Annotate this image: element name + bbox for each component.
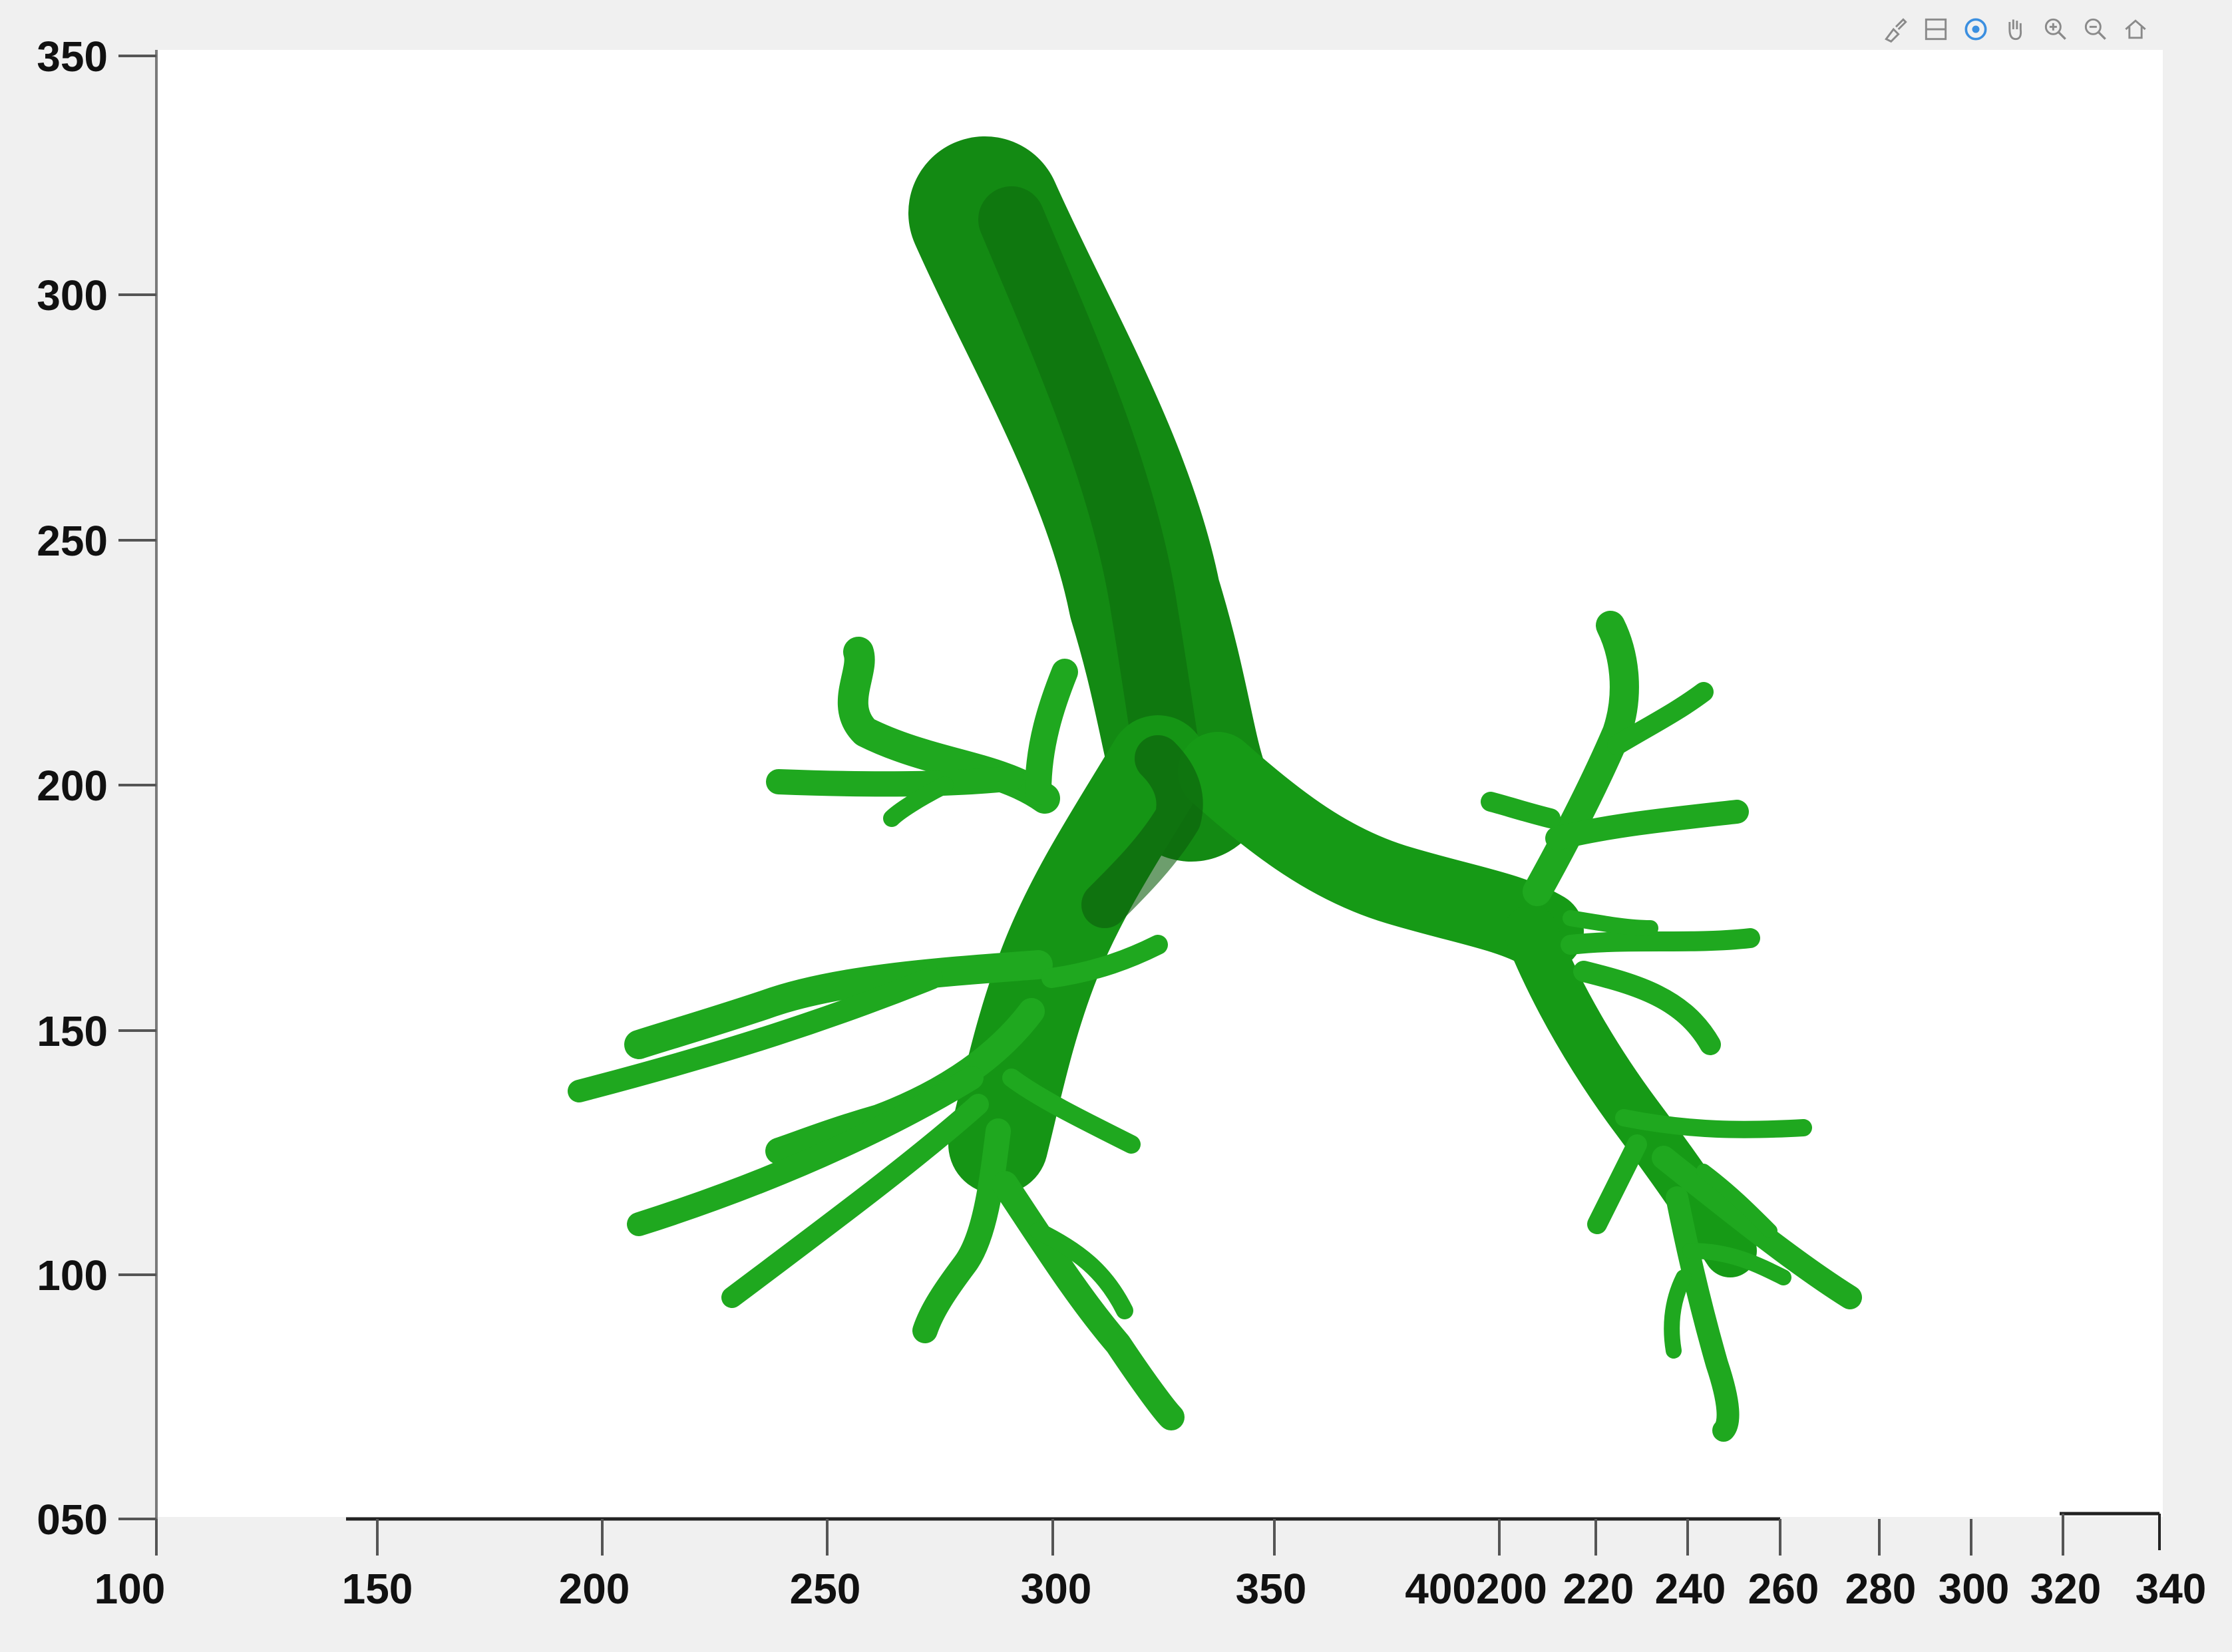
axes-overlay: 350 300 250 200 150 100 050 100 150 200 … — [37, 33, 2207, 1613]
x-tick-label: 220 — [1563, 1565, 1634, 1613]
x-tick-label: 280 — [1845, 1565, 1917, 1613]
x-tick-label: 100 — [94, 1565, 166, 1613]
branch — [1025, 659, 1078, 805]
branch — [1615, 1109, 1812, 1138]
branch — [1664, 1269, 1692, 1359]
figure-window: 350 300 250 200 150 100 050 100 150 200 … — [0, 0, 2232, 1652]
x-tick-label: 260 — [1748, 1565, 1819, 1613]
x-tick-label: 350 — [1236, 1565, 1307, 1613]
branch — [766, 766, 1024, 797]
branch — [992, 1171, 1185, 1430]
y-tick-label: 050 — [37, 1496, 108, 1544]
x-tick-label: 200 — [559, 1565, 630, 1613]
y-tick-label: 300 — [37, 271, 108, 319]
branch — [1563, 910, 1658, 936]
y-tick-label: 150 — [37, 1007, 108, 1055]
y-ticks: 350 300 250 200 150 100 050 — [37, 33, 156, 1544]
branch — [1561, 928, 1760, 955]
branch — [1481, 792, 1561, 828]
x-tick-labels: 100 150 200 250 300 350 400200 220 240 2… — [94, 1565, 2207, 1613]
branch — [1523, 611, 1639, 906]
x-tick-label: 240 — [1655, 1565, 1726, 1613]
airway-tree — [568, 136, 1862, 1442]
x-tick-label: 250 — [790, 1565, 861, 1613]
y-tick-label: 200 — [37, 762, 108, 810]
y-tick-label: 100 — [37, 1251, 108, 1299]
branch — [1587, 1134, 1647, 1234]
x-tick-label: 300 — [1939, 1565, 2010, 1613]
x-tick-label: 400200 — [1405, 1565, 1547, 1613]
x-tick-label: 150 — [342, 1565, 413, 1613]
y-tick-label: 350 — [37, 33, 108, 81]
x-tick-label: 320 — [2030, 1565, 2102, 1613]
y-tick-label: 250 — [37, 517, 108, 565]
x-tick-label: 340 — [2136, 1565, 2207, 1613]
x-tick-label: 300 — [1021, 1565, 1092, 1613]
